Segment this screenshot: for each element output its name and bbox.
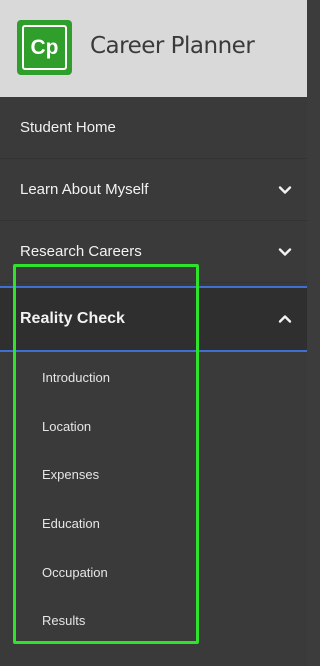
app-title: Career Planner (90, 33, 255, 59)
chevron-down-icon[interactable] (277, 182, 293, 198)
sidebar-item-learn-about-myself[interactable]: Learn About Myself (0, 159, 307, 221)
sidebar-item-label: Learn About Myself (20, 181, 149, 198)
sidebar-item-student-home[interactable]: Student Home (0, 97, 307, 159)
sidebar-item-research-careers[interactable]: Research Careers (0, 221, 307, 283)
sidebar-nav: Student Home Learn About Myself Research… (0, 97, 307, 666)
subitem-expenses[interactable]: Expenses (0, 450, 307, 499)
subitem-label: Expenses (42, 467, 100, 482)
career-planner-logo[interactable]: Cp (17, 20, 72, 75)
subitem-occupation[interactable]: Occupation (0, 548, 307, 597)
subitem-location[interactable]: Location (0, 402, 307, 451)
subitem-label: Location (42, 419, 92, 434)
subitem-label: Introduction (42, 370, 110, 385)
sidebar-item-label: Research Careers (20, 243, 142, 260)
chevron-up-icon[interactable] (277, 311, 293, 327)
chevron-down-icon[interactable] (277, 244, 293, 260)
app-header: Cp Career Planner (0, 0, 307, 97)
subitem-education[interactable]: Education (0, 499, 307, 548)
sidebar-item-label: Reality Check (20, 310, 125, 327)
subitem-label: Occupation (42, 565, 108, 580)
subitem-introduction[interactable]: Introduction (0, 353, 307, 402)
sidebar-item-reality-check[interactable]: Reality Check (0, 286, 307, 352)
subitem-label: Results (42, 613, 86, 628)
subitem-results[interactable]: Results (0, 596, 307, 645)
logo-text: Cp (22, 25, 67, 70)
sidebar-item-label: Student Home (20, 119, 116, 136)
subitem-label: Education (42, 516, 100, 531)
